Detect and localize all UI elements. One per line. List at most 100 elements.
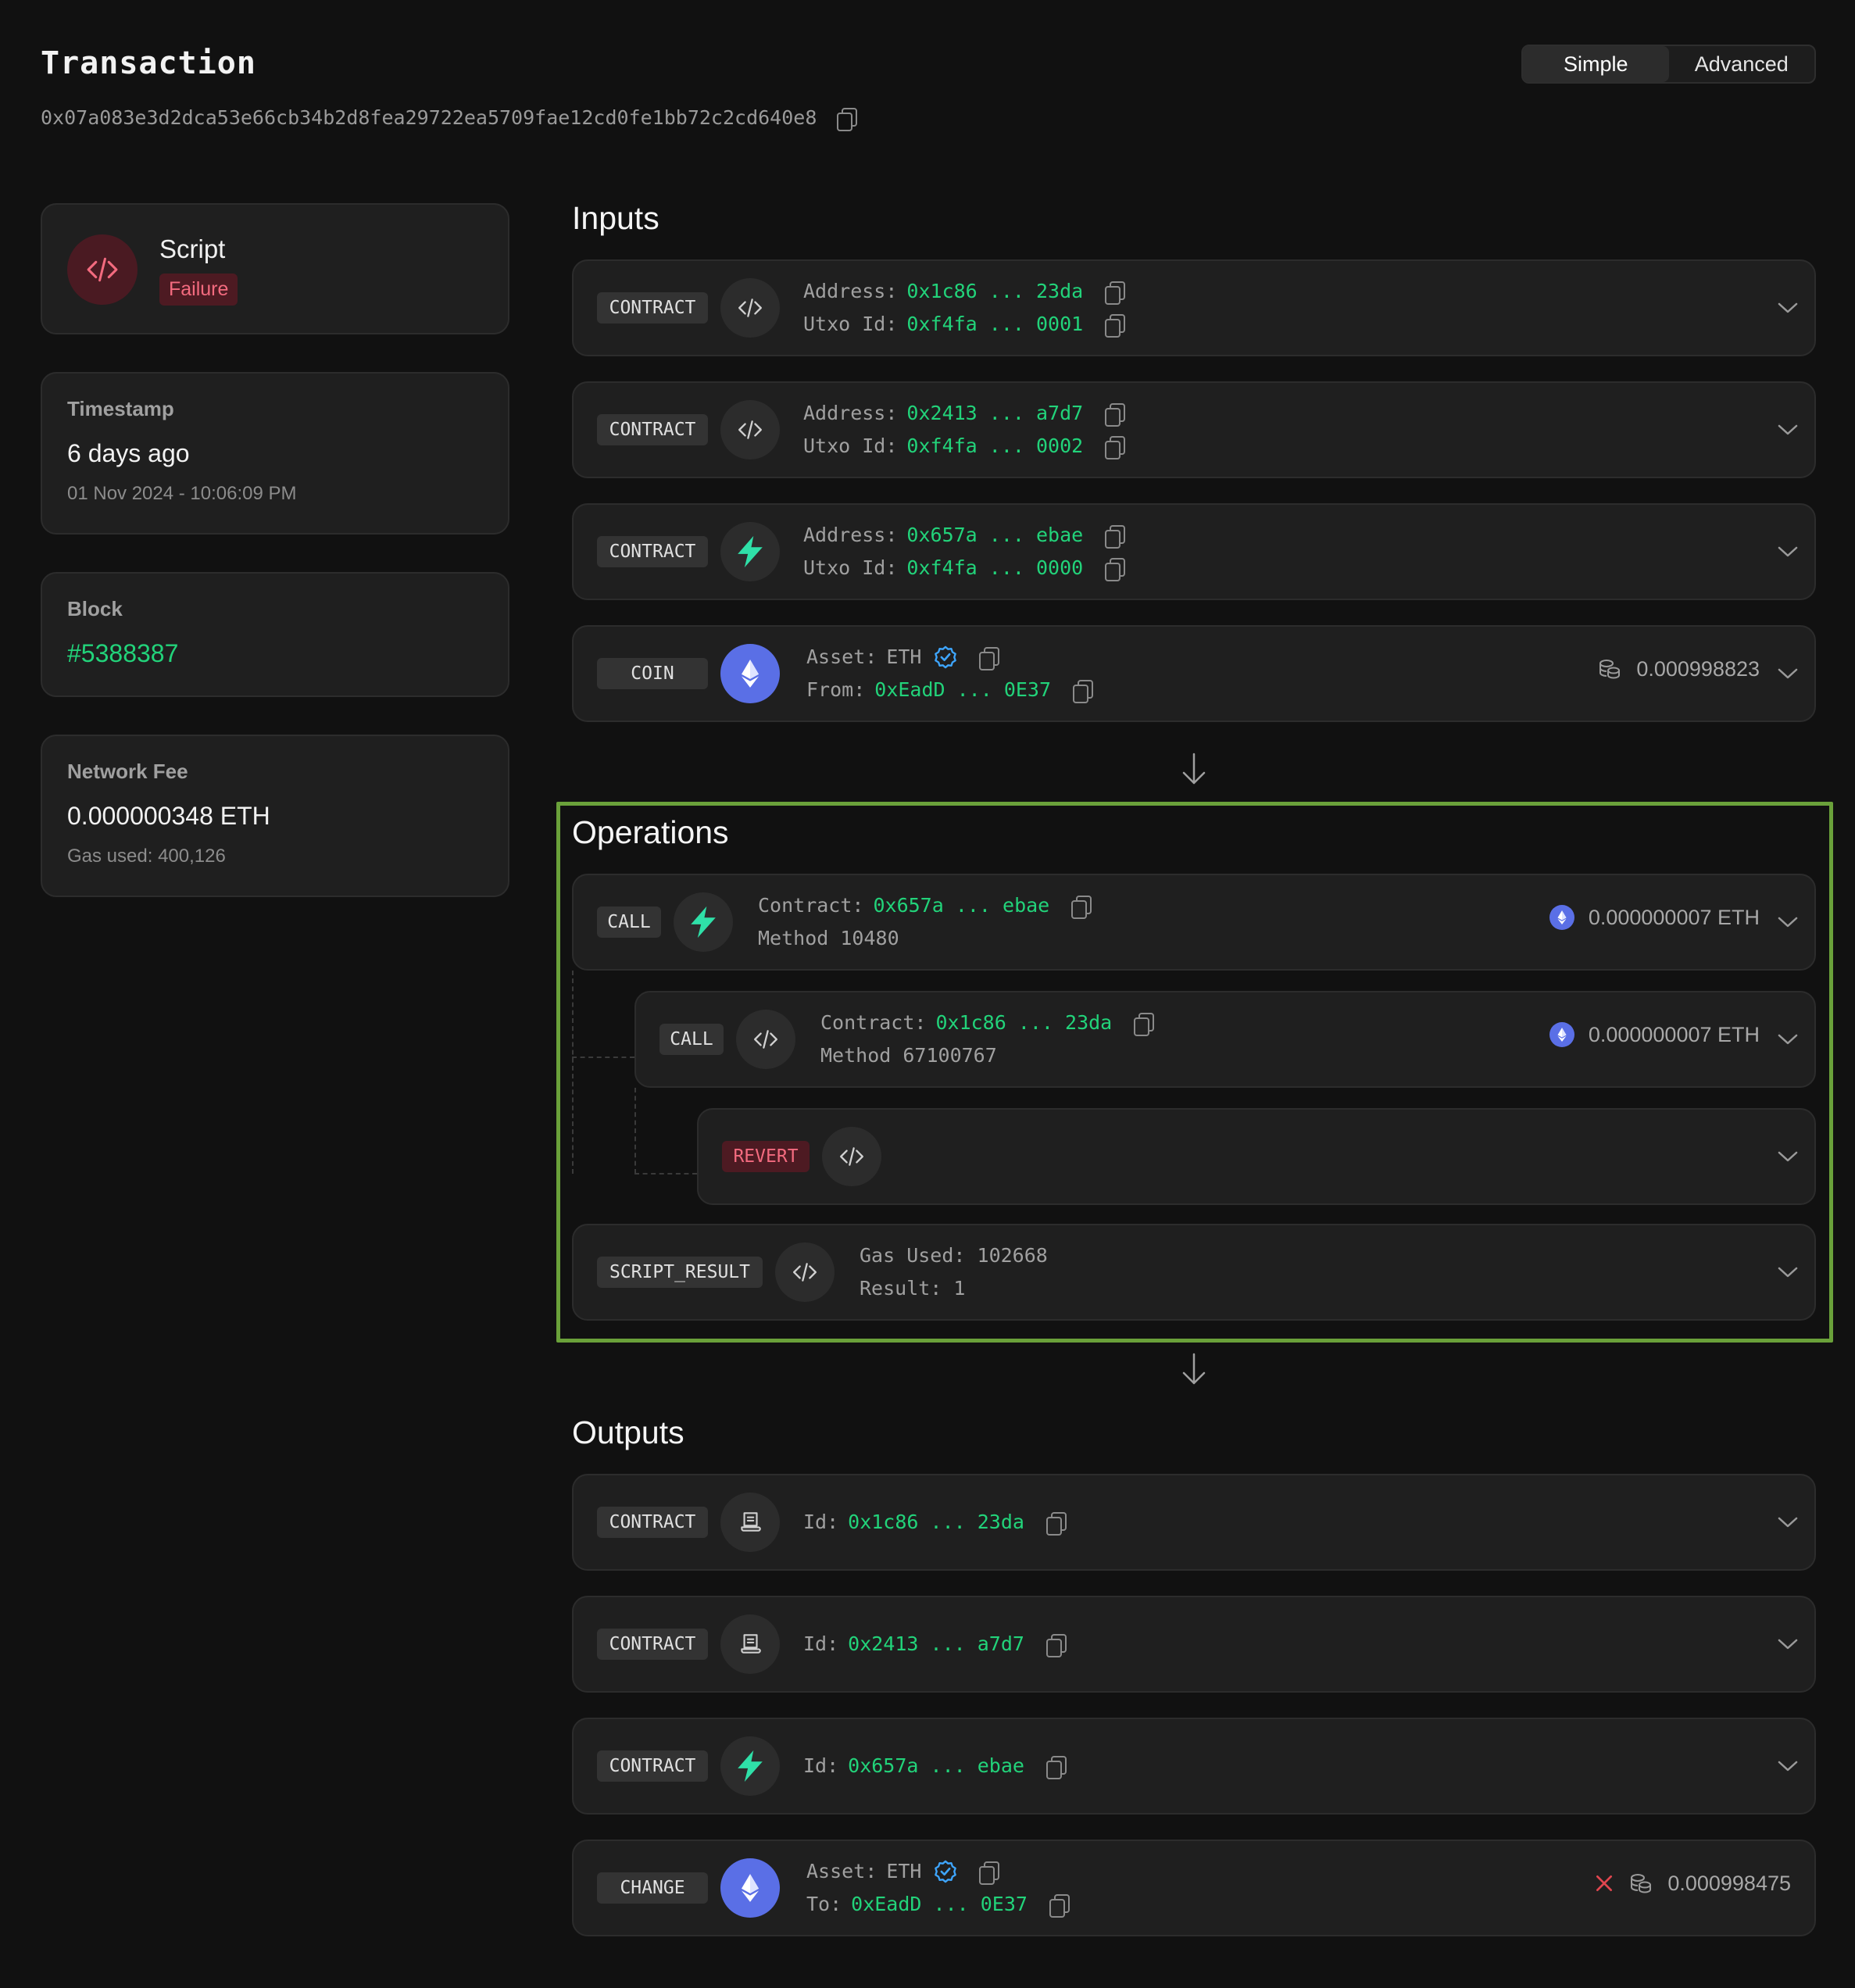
script-icon	[67, 234, 138, 305]
copy-icon[interactable]	[1045, 1756, 1067, 1779]
output-type-tag: CONTRACT	[597, 1507, 708, 1538]
input-row[interactable]: CONTRACT Address: 0x657a ... ebae Utxo Id…	[572, 503, 1816, 600]
copy-icon[interactable]	[1049, 1894, 1070, 1918]
copy-icon[interactable]	[1105, 314, 1126, 338]
transaction-hash-text: 0x07a083e3d2dca53e66cb34b2d8fea29722ea57…	[41, 106, 817, 129]
operation-type-tag: SCRIPT_RESULT	[597, 1257, 763, 1288]
output-row[interactable]: CONTRACT Id: 0x1c86 ... 23da	[572, 1474, 1816, 1571]
copy-icon[interactable]	[1105, 281, 1126, 305]
view-toggle: Simple Advanced	[1521, 45, 1816, 84]
block-card: Block #5388387	[41, 572, 509, 697]
block-link[interactable]: #5388387	[67, 639, 178, 668]
code-icon	[775, 1242, 835, 1302]
chevron-down-icon[interactable]	[1777, 1149, 1799, 1164]
operation-type-tag: REVERT	[722, 1141, 810, 1172]
coins-icon	[1597, 656, 1622, 681]
bolt-icon	[674, 892, 733, 952]
copy-icon[interactable]	[1071, 896, 1092, 919]
timestamp-card: Timestamp 6 days ago 01 Nov 2024 - 10:06…	[41, 372, 509, 535]
chevron-down-icon[interactable]	[1777, 1514, 1799, 1530]
code-icon	[736, 1010, 795, 1069]
output-row[interactable]: CHANGE Asset: ETH To: 0xEadD ... 0E37 0.00…	[572, 1840, 1816, 1936]
contract-id-link[interactable]: 0x2413 ... a7d7	[848, 1628, 1024, 1661]
contract-link[interactable]: 0x1c86 ... 23da	[935, 1007, 1112, 1039]
transaction-type-card: Script Failure	[41, 203, 509, 334]
chevron-down-icon[interactable]	[1777, 1032, 1799, 1047]
chevron-down-icon[interactable]	[1777, 666, 1799, 681]
output-row[interactable]: CONTRACT Id: 0x657a ... ebae	[572, 1718, 1816, 1815]
output-type-tag: CONTRACT	[597, 1629, 708, 1660]
from-address-link[interactable]: 0xEadD ... 0E37	[874, 674, 1051, 706]
operations-title: Operations	[572, 814, 729, 850]
contract-link[interactable]: 0x657a ... ebae	[873, 889, 1049, 922]
chevron-down-icon[interactable]	[1777, 1636, 1799, 1652]
input-row[interactable]: CONTRACT Address: 0x1c86 ... 23da Utxo Id…	[572, 259, 1816, 356]
amount: 0.000000007 ETH	[1588, 905, 1760, 929]
bolt-icon	[720, 1736, 780, 1796]
address-link[interactable]: 0x657a ... ebae	[906, 519, 1083, 552]
network-fee-label: Network Fee	[67, 760, 188, 783]
contract-id-link[interactable]: 0x657a ... ebae	[848, 1750, 1024, 1782]
input-row[interactable]: COIN Asset: ETH From: 0xEadD ... 0E37 0.00…	[572, 625, 1816, 722]
transaction-hash: 0x07a083e3d2dca53e66cb34b2d8fea29722ea57…	[41, 106, 858, 131]
contract-id-link[interactable]: 0x1c86 ... 23da	[848, 1506, 1024, 1539]
chevron-down-icon[interactable]	[1777, 914, 1799, 930]
address-link[interactable]: 0x1c86 ... 23da	[906, 275, 1083, 308]
advanced-view-button[interactable]: Advanced	[1669, 46, 1815, 82]
block-label: Block	[67, 597, 123, 620]
copy-icon[interactable]	[1073, 680, 1094, 703]
contract-icon	[720, 1493, 780, 1552]
close-icon	[1594, 1873, 1614, 1893]
copy-icon[interactable]	[1134, 1013, 1155, 1036]
copy-icon[interactable]	[1105, 558, 1126, 581]
input-type-tag: CONTRACT	[597, 414, 708, 445]
copy-icon[interactable]	[1105, 436, 1126, 459]
eth-icon	[1549, 1022, 1574, 1047]
copy-icon[interactable]	[837, 107, 858, 131]
utxo-id[interactable]: 0xf4fa ... 0001	[906, 308, 1083, 341]
to-address-link[interactable]: 0xEadD ... 0E37	[851, 1888, 1028, 1921]
copy-icon[interactable]	[979, 1861, 1000, 1885]
amount: 0.000998823	[1636, 656, 1760, 681]
copy-icon[interactable]	[1105, 525, 1126, 549]
network-fee-value: 0.000000348 ETH	[67, 802, 270, 830]
timestamp-relative: 6 days ago	[67, 439, 190, 467]
bolt-icon	[720, 522, 780, 581]
input-row[interactable]: CONTRACT Address: 0x2413 ... a7d7 Utxo Id…	[572, 381, 1816, 478]
chevron-down-icon[interactable]	[1777, 544, 1799, 560]
input-type-tag: COIN	[597, 658, 708, 689]
operation-row[interactable]: SCRIPT_RESULT Gas Used: 102668 Result: 1	[572, 1224, 1816, 1321]
amount: 0.000998475	[1667, 1871, 1791, 1895]
method: Method 67100767	[820, 1044, 997, 1067]
chevron-down-icon[interactable]	[1777, 300, 1799, 316]
output-type-tag: CONTRACT	[597, 1750, 708, 1782]
chevron-down-icon[interactable]	[1777, 1264, 1799, 1280]
chevron-down-icon[interactable]	[1777, 422, 1799, 438]
operation-row[interactable]: CALL Contract: 0x657a ... ebae Method 104…	[572, 874, 1816, 971]
utxo-id[interactable]: 0xf4fa ... 0000	[906, 552, 1083, 585]
output-type-tag: CHANGE	[597, 1872, 708, 1904]
operation-row[interactable]: REVERT	[697, 1108, 1816, 1205]
utxo-id[interactable]: 0xf4fa ... 0002	[906, 430, 1083, 463]
chevron-down-icon[interactable]	[1777, 1758, 1799, 1774]
verified-icon	[934, 645, 957, 669]
verified-icon	[934, 1860, 957, 1883]
timestamp-label: Timestamp	[67, 397, 174, 420]
operation-type-tag: CALL	[659, 1024, 724, 1055]
copy-icon[interactable]	[1105, 403, 1126, 427]
address-link[interactable]: 0x2413 ... a7d7	[906, 397, 1083, 430]
copy-icon[interactable]	[1045, 1634, 1067, 1657]
copy-icon[interactable]	[979, 647, 1000, 670]
operation-row[interactable]: CALL Contract: 0x1c86 ... 23da Method 671…	[634, 991, 1816, 1088]
code-icon	[720, 278, 780, 338]
copy-icon[interactable]	[1045, 1512, 1067, 1536]
timestamp-absolute: 01 Nov 2024 - 10:06:09 PM	[67, 483, 297, 504]
eth-icon	[1549, 905, 1574, 930]
simple-view-button[interactable]: Simple	[1523, 46, 1669, 82]
contract-icon	[720, 1614, 780, 1674]
code-icon	[720, 400, 780, 459]
inputs-title: Inputs	[572, 200, 659, 236]
operation-type-tag: CALL	[597, 906, 661, 938]
gas-used-result: Gas Used: 102668	[860, 1244, 1048, 1267]
output-row[interactable]: CONTRACT Id: 0x2413 ... a7d7	[572, 1596, 1816, 1693]
